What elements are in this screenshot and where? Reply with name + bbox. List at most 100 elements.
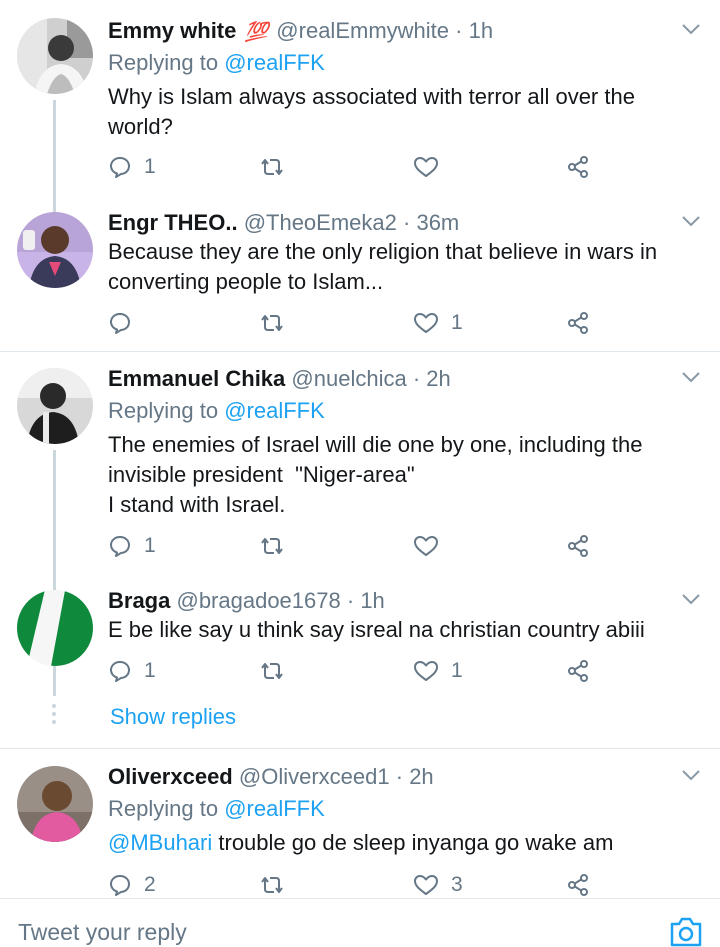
tweet-text-line: I stand with Israel.: [108, 492, 286, 517]
reply-icon: [110, 875, 130, 896]
avatar[interactable]: [17, 212, 93, 288]
reply-button[interactable]: 2: [108, 870, 156, 900]
tweet-emmanuel-chika[interactable]: Emmanuel Chika @nuelchica · 2h Replying …: [0, 362, 720, 590]
avatar[interactable]: [17, 766, 93, 842]
display-name[interactable]: Engr THEO..: [108, 210, 238, 235]
timestamp[interactable]: 2h: [426, 366, 450, 391]
display-name[interactable]: Oliverxceed: [108, 764, 233, 789]
avatar[interactable]: [17, 18, 93, 94]
reply-button[interactable]: [108, 308, 144, 338]
avatar[interactable]: [17, 590, 93, 666]
username[interactable]: @TheoEmeka2: [244, 210, 397, 235]
retweet-icon: [261, 877, 283, 893]
like-button[interactable]: [413, 531, 451, 561]
tweet-braga[interactable]: Braga @bragadoe1678 · 1h E be like say u…: [0, 584, 720, 694]
retweet-button[interactable]: [258, 308, 298, 338]
tweet-actions: 1: [108, 152, 608, 182]
timestamp[interactable]: 36m: [416, 210, 459, 235]
camera-icon[interactable]: [668, 915, 704, 947]
retweet-icon: [261, 663, 283, 679]
more-replies-dots: [52, 704, 58, 728]
retweet-icon: [261, 159, 283, 175]
timestamp[interactable]: 1h: [469, 18, 493, 43]
share-icon: [568, 535, 588, 557]
chevron-down-icon[interactable]: [680, 210, 702, 232]
replying-prefix: Replying to: [108, 50, 219, 75]
reply-count: 2: [144, 873, 156, 896]
share-button[interactable]: [566, 531, 590, 561]
share-icon: [568, 874, 588, 896]
replying-to: Replying to @realFFK: [108, 395, 325, 427]
like-icon: [414, 536, 438, 556]
reply-count: 1: [144, 534, 156, 557]
tweet-text-line: invisible president "Niger-area": [108, 462, 415, 487]
separator-dot: ·: [395, 764, 404, 789]
reply-button[interactable]: 1: [108, 152, 156, 182]
show-replies-link[interactable]: Show replies: [110, 702, 236, 732]
display-name[interactable]: Emmy white: [108, 18, 236, 43]
tweet-header: Emmy white 💯 @realEmmywhite · 1h: [108, 14, 493, 48]
like-icon: [414, 157, 438, 177]
reply-input[interactable]: Tweet your reply: [18, 919, 187, 946]
display-name[interactable]: Emmanuel Chika: [108, 366, 285, 391]
chevron-down-icon[interactable]: [680, 18, 702, 40]
like-icon: [414, 661, 438, 681]
chevron-down-icon[interactable]: [680, 588, 702, 610]
tweet-header: Braga @bragadoe1678 · 1h: [108, 584, 385, 618]
tweet-text: @MBuhari trouble go de sleep inyanga go …: [108, 828, 698, 858]
tweet-oliverxceed[interactable]: Oliverxceed @Oliverxceed1 · 2h Replying …: [0, 760, 720, 900]
chevron-down-icon[interactable]: [680, 366, 702, 388]
reply-count: 1: [144, 155, 156, 178]
retweet-button[interactable]: [258, 656, 298, 686]
replying-to: Replying to @realFFK: [108, 47, 325, 79]
tweet-emmy-white[interactable]: Emmy white 💯 @realEmmywhite · 1h Replyin…: [0, 14, 720, 220]
like-button[interactable]: 1: [413, 656, 463, 686]
username[interactable]: @realEmmywhite: [276, 18, 449, 43]
tweet-actions: 1 1: [108, 656, 608, 686]
replying-prefix: Replying to: [108, 398, 219, 423]
retweet-button[interactable]: [258, 531, 298, 561]
timestamp[interactable]: 2h: [409, 764, 433, 789]
retweet-button[interactable]: [258, 870, 298, 900]
tweet-text: Because they are the only religion that …: [108, 239, 658, 294]
replying-to-link[interactable]: @realFFK: [224, 796, 325, 821]
username[interactable]: @Oliverxceed1: [239, 764, 390, 789]
reply-composer[interactable]: Tweet your reply: [0, 898, 720, 947]
tweet-text-content: trouble go de sleep inyanga go wake am: [212, 830, 614, 855]
chevron-down-icon[interactable]: [680, 764, 702, 786]
reply-count: 1: [144, 659, 156, 682]
share-button[interactable]: [566, 656, 590, 686]
separator-dot: ·: [455, 18, 463, 43]
reply-icon: [110, 661, 130, 682]
share-button[interactable]: [566, 152, 590, 182]
username[interactable]: @nuelchica: [291, 366, 406, 391]
tweet-header: Oliverxceed @Oliverxceed1 · 2h: [108, 760, 434, 794]
reply-button[interactable]: 1: [108, 531, 156, 561]
like-button[interactable]: [413, 152, 451, 182]
tweet-header: Engr THEO.. @TheoEmeka2 · 36m: [108, 206, 459, 240]
tweet-text: Why is Islam always associated with terr…: [108, 84, 635, 139]
thread-line: [53, 666, 56, 696]
replying-to-link[interactable]: @realFFK: [224, 50, 325, 75]
like-count: 1: [451, 659, 463, 682]
separator-dot: ·: [346, 588, 355, 613]
replying-to-link[interactable]: @realFFK: [224, 398, 325, 423]
reply-button[interactable]: 1: [108, 656, 156, 686]
share-icon: [568, 660, 588, 682]
tweet-actions: 1: [108, 531, 608, 561]
tweet-text-line: The enemies of Israel will die one by on…: [108, 432, 643, 457]
share-button[interactable]: [566, 308, 590, 338]
like-button[interactable]: 3: [413, 870, 463, 900]
retweet-button[interactable]: [258, 152, 298, 182]
retweet-icon: [261, 315, 283, 331]
username[interactable]: @bragadoe1678: [176, 588, 340, 613]
mention-link[interactable]: @MBuhari: [108, 830, 212, 855]
tweet-engr-theo[interactable]: Engr THEO.. @TheoEmeka2 · 36m Because th…: [0, 206, 720, 346]
timestamp[interactable]: 1h: [360, 588, 384, 613]
avatar[interactable]: [17, 368, 93, 444]
display-name[interactable]: Braga: [108, 588, 170, 613]
hundred-emoji-icon: 💯: [244, 22, 269, 43]
share-button[interactable]: [566, 870, 590, 900]
like-button[interactable]: 1: [413, 308, 463, 338]
like-count: 3: [451, 873, 463, 896]
